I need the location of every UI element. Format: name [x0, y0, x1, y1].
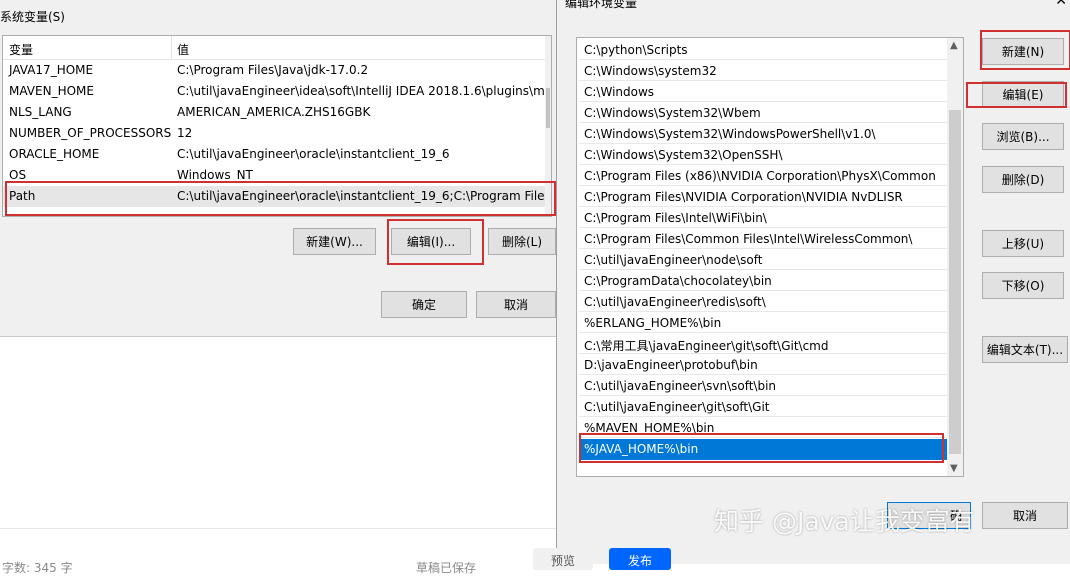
list-item[interactable]: C:\python\Scripts — [579, 40, 949, 60]
dialog-title: 编辑环境变量 — [565, 0, 638, 10]
list-item[interactable]: C:\Program Files\NVIDIA Corporation\NVID… — [579, 187, 949, 207]
variable-name: OS — [9, 168, 27, 182]
path-entry: C:\python\Scripts — [584, 43, 688, 57]
path-entry: C:\Program Files\Common Files\Intel\Wire… — [584, 232, 913, 246]
table-header: 变量 值 — [3, 36, 551, 60]
path-entry: C:\ProgramData\chocolatey\bin — [584, 274, 772, 288]
path-entry: %ERLANG_HOME%\bin — [584, 316, 722, 330]
column-divider[interactable] — [171, 36, 172, 59]
list-item[interactable]: C:\ProgramData\chocolatey\bin — [579, 271, 949, 291]
path-entry: C:\Windows\system32 — [584, 64, 717, 78]
list-item[interactable]: C:\util\javaEngineer\svn\soft\bin — [579, 376, 949, 396]
delete-path-button[interactable]: 删除(D) — [982, 166, 1064, 193]
table-row[interactable]: ORACLE_HOME C:\util\javaEngineer\oracle\… — [3, 144, 550, 165]
variable-value: C:\util\javaEngineer\oracle\instantclien… — [177, 189, 547, 203]
path-entry: %MAVEN_HOME%\bin — [584, 421, 715, 435]
edit-path-button[interactable]: 编辑(E) — [982, 81, 1064, 108]
cancel-button[interactable]: 取消 — [982, 502, 1068, 529]
list-item[interactable]: C:\Windows\System32\WindowsPowerShell\v1… — [579, 124, 949, 144]
path-entry: C:\Windows\System32\WindowsPowerShell\v1… — [584, 127, 876, 141]
path-entry: C:\util\javaEngineer\redis\soft\ — [584, 295, 766, 309]
table-scrollbar-thumb[interactable] — [546, 88, 550, 128]
list-item[interactable]: C:\Windows — [579, 82, 949, 102]
close-icon[interactable]: ✕ — [1055, 0, 1067, 9]
list-scrollbar[interactable]: ▲ ▼ — [947, 38, 963, 476]
list-item[interactable]: D:\javaEngineer\protobuf\bin — [579, 355, 949, 375]
edit-variable-button[interactable]: 编辑(I)... — [391, 228, 471, 255]
path-entry: C:\Windows\System32\Wbem — [584, 106, 761, 120]
list-item[interactable]: C:\Program Files\Common Files\Intel\Wire… — [579, 229, 949, 249]
table-scrollbar[interactable] — [545, 36, 551, 216]
variable-name: NLS_LANG — [9, 105, 72, 119]
variable-name: MAVEN_HOME — [9, 84, 94, 98]
list-item[interactable]: C:\util\javaEngineer\node\soft — [579, 250, 949, 270]
variable-name: Path — [9, 189, 36, 203]
system-variables-dialog: 系统变量(S) 变量 值 JAVA17_HOME C:\Program File… — [0, 0, 556, 337]
draft-saved-status: 草稿已保存 — [416, 561, 477, 575]
path-entry: C:\util\javaEngineer\svn\soft\bin — [584, 379, 777, 393]
list-item[interactable]: C:\常用工具\javaEngineer\git\soft\Git\cmd — [579, 334, 949, 354]
browse-button[interactable]: 浏览(B)... — [982, 123, 1064, 150]
variable-name: ORACLE_HOME — [9, 147, 100, 161]
delete-variable-button[interactable]: 删除(L) — [488, 228, 556, 255]
scroll-down-icon[interactable]: ▼ — [950, 463, 958, 474]
table-row[interactable]: JAVA17_HOME C:\Program Files\Java\jdk-17… — [3, 60, 550, 81]
word-count: 字数: 345 字 — [2, 561, 73, 575]
table-row[interactable]: OS Windows_NT — [3, 165, 550, 186]
new-variable-button[interactable]: 新建(W)... — [293, 228, 376, 255]
path-entry: C:\Program Files (x86)\NVIDIA Corporatio… — [584, 169, 936, 183]
list-item-selected[interactable]: %JAVA_HOME%\bin — [579, 439, 949, 460]
path-entry: %JAVA_HOME%\bin — [584, 442, 699, 456]
scroll-up-icon[interactable]: ▲ — [950, 40, 958, 51]
column-header-value[interactable]: 值 — [177, 41, 189, 58]
preview-button[interactable]: 预览 — [533, 548, 593, 570]
watermark: 知乎 @Java让我变富有 — [714, 507, 975, 536]
variable-value: C:\Program Files\Java\jdk-17.0.2 — [177, 63, 369, 77]
list-scrollbar-thumb[interactable] — [949, 110, 961, 454]
system-variables-label: 系统变量(S) — [0, 10, 65, 24]
new-path-button[interactable]: 新建(N) — [982, 38, 1064, 65]
edit-environment-variable-dialog: 编辑环境变量 ✕ C:\python\Scripts C:\Windows\sy… — [556, 0, 1070, 564]
table-row[interactable]: MAVEN_HOME C:\util\javaEngineer\idea\sof… — [3, 81, 550, 102]
system-variables-table[interactable]: 变量 值 JAVA17_HOME C:\Program Files\Java\j… — [2, 35, 552, 217]
variable-name: NUMBER_OF_PROCESSORS — [9, 126, 172, 140]
table-row[interactable]: NUMBER_OF_PROCESSORS 12 — [3, 123, 550, 144]
list-item[interactable]: C:\Program Files\Intel\WiFi\bin\ — [579, 208, 949, 228]
variable-value: 12 — [177, 126, 193, 140]
table-row[interactable]: NLS_LANG AMERICAN_AMERICA.ZHS16GBK — [3, 102, 550, 123]
variable-value: Windows_NT — [177, 168, 253, 182]
path-entry: C:\Windows\System32\OpenSSH\ — [584, 148, 783, 162]
path-entry: C:\util\javaEngineer\node\soft — [584, 253, 763, 267]
path-entry: C:\Program Files\Intel\WiFi\bin\ — [584, 211, 767, 225]
column-header-name[interactable]: 变量 — [9, 41, 33, 58]
list-item[interactable]: %MAVEN_HOME%\bin — [579, 418, 949, 438]
variable-value: C:\util\javaEngineer\idea\soft\IntelliJ … — [177, 84, 547, 98]
list-item[interactable]: %ERLANG_HOME%\bin — [579, 313, 949, 333]
table-row-path-selected[interactable]: Path C:\util\javaEngineer\oracle\instant… — [3, 186, 550, 207]
list-item[interactable]: C:\Windows\system32 — [579, 61, 949, 81]
list-item[interactable]: C:\Program Files (x86)\NVIDIA Corporatio… — [579, 166, 949, 186]
list-item[interactable]: C:\Windows\System32\Wbem — [579, 103, 949, 123]
variable-value: C:\util\javaEngineer\oracle\instantclien… — [177, 147, 450, 161]
cancel-button[interactable]: 取消 — [476, 291, 556, 318]
move-up-button[interactable]: 上移(U) — [982, 230, 1064, 257]
path-entries-list[interactable]: C:\python\Scripts C:\Windows\system32 C:… — [576, 37, 964, 477]
list-item[interactable]: C:\Windows\System32\OpenSSH\ — [579, 145, 949, 165]
list-item[interactable]: C:\util\javaEngineer\redis\soft\ — [579, 292, 949, 312]
list-item[interactable]: C:\util\javaEngineer\git\soft\Git — [579, 397, 949, 417]
path-entry: C:\Windows — [584, 85, 655, 99]
path-entry: C:\util\javaEngineer\git\soft\Git — [584, 400, 770, 414]
editor-status-bar: 字数: 345 字 草稿已保存 — [0, 528, 556, 575]
variable-name: JAVA17_HOME — [9, 63, 94, 77]
path-entry: C:\常用工具\javaEngineer\git\soft\Git\cmd — [584, 339, 829, 353]
move-down-button[interactable]: 下移(O) — [982, 272, 1064, 299]
edit-text-button[interactable]: 编辑文本(T)... — [982, 336, 1068, 363]
path-entry: C:\Program Files\NVIDIA Corporation\NVID… — [584, 190, 903, 204]
path-entry: D:\javaEngineer\protobuf\bin — [584, 358, 758, 372]
variable-value: AMERICAN_AMERICA.ZHS16GBK — [177, 105, 371, 119]
publish-button[interactable]: 发布 — [609, 548, 671, 570]
ok-button[interactable]: 确定 — [381, 291, 467, 318]
